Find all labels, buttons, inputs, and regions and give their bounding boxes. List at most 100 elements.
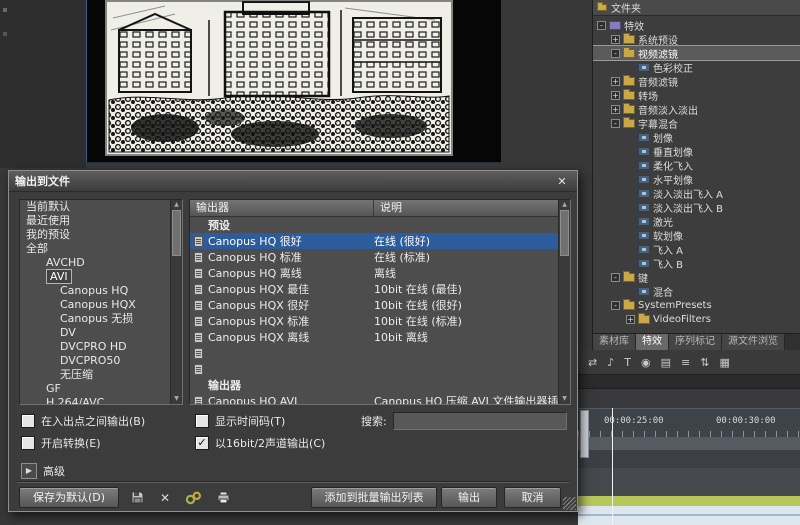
checkbox-show-timecode[interactable]: ✓ 显示时间码(T) bbox=[195, 413, 285, 429]
scroll-down-icon[interactable]: ▼ bbox=[171, 394, 182, 404]
format-tree-item[interactable]: DVCPRO HD bbox=[20, 340, 182, 354]
advanced-expander[interactable]: ▶ 高级 bbox=[21, 463, 65, 479]
exporter-row[interactable] bbox=[190, 361, 570, 377]
expand-toggle-icon[interactable] bbox=[611, 35, 620, 44]
effects-tree-item[interactable]: 色彩校正 bbox=[593, 60, 800, 74]
effects-tree-item[interactable]: 划像 bbox=[593, 130, 800, 144]
expand-toggle-icon[interactable] bbox=[611, 91, 620, 100]
format-tree-item[interactable]: GF bbox=[20, 382, 182, 396]
expand-toggle-icon[interactable] bbox=[626, 315, 635, 324]
preview-monitor[interactable] bbox=[86, 0, 501, 163]
exporter-row[interactable]: Canopus HQ 标准 在线 (标准) bbox=[190, 249, 570, 265]
checkbox-between-in-out[interactable]: ✓ 在入出点之间输出(B) bbox=[21, 413, 145, 429]
checkbox-box[interactable]: ✓ bbox=[21, 414, 35, 428]
format-tree-item[interactable]: Canopus HQ bbox=[20, 284, 182, 298]
palette-tab[interactable]: 素材库 bbox=[593, 334, 636, 350]
exporter-row[interactable]: Canopus HQ 很好 在线 (很好) bbox=[190, 233, 570, 249]
display-mode-icon[interactable]: ▤ bbox=[661, 356, 671, 369]
format-tree-item[interactable]: 最近使用 bbox=[20, 214, 182, 228]
format-tree-item[interactable]: DVCPRO50 bbox=[20, 354, 182, 368]
scrollbar-thumb[interactable] bbox=[560, 210, 569, 256]
export-button[interactable]: 输出 bbox=[441, 487, 497, 508]
checkbox-box[interactable]: ✓ bbox=[195, 414, 209, 428]
exporter-row[interactable]: Canopus HQ 离线 离线 bbox=[190, 265, 570, 281]
timeline-playhead[interactable] bbox=[612, 408, 613, 525]
effects-tree-item[interactable]: VideoFilters bbox=[593, 312, 800, 326]
expand-toggle-icon[interactable] bbox=[611, 49, 620, 58]
voiceover-icon[interactable]: ◉ bbox=[641, 356, 651, 369]
title-tool-icon[interactable]: T bbox=[624, 356, 631, 369]
scrollbar-thumb[interactable] bbox=[172, 210, 181, 256]
exporter-row[interactable] bbox=[190, 345, 570, 361]
palette-tab[interactable]: 源文件浏览 bbox=[722, 334, 785, 350]
expand-toggle-icon[interactable] bbox=[611, 119, 620, 128]
volume-icon[interactable]: ♪ bbox=[607, 356, 614, 369]
timeline-scrollbar-thumb[interactable] bbox=[580, 410, 589, 458]
scroll-up-icon[interactable]: ▲ bbox=[559, 200, 570, 210]
exporter-row[interactable]: Canopus HQX 离线 10bit 离线 bbox=[190, 329, 570, 345]
checkbox-box[interactable]: ✓ bbox=[21, 436, 35, 450]
delete-preset-icon-button[interactable]: ✕ bbox=[153, 487, 177, 508]
print-icon-button[interactable] bbox=[211, 487, 235, 508]
effects-tree-item[interactable]: 系统预设 bbox=[593, 32, 800, 46]
checkbox-box[interactable]: ✓ bbox=[195, 436, 209, 450]
expand-toggle-icon[interactable] bbox=[611, 105, 620, 114]
effects-tree-item[interactable]: 音频淡入淡出 bbox=[593, 102, 800, 116]
format-tree-item[interactable]: DV bbox=[20, 326, 182, 340]
palette-tab[interactable]: 序列标记 bbox=[669, 334, 722, 350]
effects-tree-item[interactable]: SystemPresets bbox=[593, 298, 800, 312]
effects-tree-item[interactable]: 激光 bbox=[593, 214, 800, 228]
save-preset-icon-button[interactable] bbox=[125, 487, 149, 508]
effects-tree-item[interactable]: 键 bbox=[593, 270, 800, 284]
effects-tree-item[interactable]: 混合 bbox=[593, 284, 800, 298]
format-tree-item[interactable]: 当前默认 bbox=[20, 200, 182, 214]
format-tree-item[interactable]: AVI bbox=[20, 270, 182, 284]
exporter-row[interactable]: Canopus HQX 很好 10bit 在线 (很好) bbox=[190, 297, 570, 313]
effects-tree-item[interactable]: 垂直划像 bbox=[593, 144, 800, 158]
table-scrollbar[interactable]: ▲ ▼ bbox=[558, 200, 570, 404]
effects-tree-item[interactable]: 视频滤镜 bbox=[593, 46, 800, 60]
exporter-row[interactable]: Canopus HQ AVI Canopus HQ 压缩 AVI 文件输出器插件 bbox=[190, 393, 570, 405]
effects-tree-item[interactable]: 字幕混合 bbox=[593, 116, 800, 130]
exporter-row[interactable]: 输出器 bbox=[190, 377, 570, 393]
expand-toggle-icon[interactable] bbox=[597, 21, 606, 30]
effects-tree-item[interactable]: 音频滤镜 bbox=[593, 74, 800, 88]
column-header-description[interactable]: 说明 bbox=[374, 200, 570, 216]
effects-tree-item[interactable]: 转场 bbox=[593, 88, 800, 102]
effects-tree-item[interactable]: 淡入淡出飞入 B bbox=[593, 200, 800, 214]
checkbox-enable-conversion[interactable]: ✓ 开启转换(E) bbox=[21, 435, 101, 451]
effects-tree-item[interactable]: 水平划像 bbox=[593, 172, 800, 186]
dialog-title-bar[interactable]: 输出到文件 ✕ bbox=[9, 171, 577, 192]
expand-toggle-icon[interactable] bbox=[611, 77, 620, 86]
track-list-icon[interactable]: ≡ bbox=[681, 356, 690, 369]
palette-tab[interactable]: 特效 bbox=[636, 334, 669, 350]
trim-mode-icon[interactable]: ⇄ bbox=[588, 356, 597, 369]
format-tree-item[interactable]: 全部 bbox=[20, 242, 182, 256]
close-icon[interactable]: ✕ bbox=[553, 174, 571, 189]
expand-toggle-icon[interactable] bbox=[611, 301, 620, 310]
format-tree-item[interactable]: Canopus 无损 bbox=[20, 312, 182, 326]
scroll-up-icon[interactable]: ▲ bbox=[171, 200, 182, 210]
format-tree-item[interactable]: Canopus HQX bbox=[20, 298, 182, 312]
track-height-icon[interactable]: ⇅ bbox=[700, 356, 709, 369]
list-scrollbar[interactable]: ▲ ▼ bbox=[170, 200, 182, 404]
add-to-batch-button[interactable]: 添加到批量输出列表 bbox=[311, 487, 437, 508]
format-tree-item[interactable]: 我的预设 bbox=[20, 228, 182, 242]
cancel-button[interactable]: 取消 bbox=[504, 487, 561, 508]
scroll-down-icon[interactable]: ▼ bbox=[559, 394, 570, 404]
effects-tree-item[interactable]: 飞入 B bbox=[593, 256, 800, 270]
column-header-exporter[interactable]: 输出器 bbox=[190, 200, 374, 216]
options-icon-button[interactable] bbox=[181, 487, 205, 508]
effects-tree-item[interactable]: 淡入淡出飞入 A bbox=[593, 186, 800, 200]
effects-tree-item[interactable]: 飞入 A bbox=[593, 242, 800, 256]
save-as-default-button[interactable]: 保存为默认(D) bbox=[19, 487, 119, 508]
format-tree-item[interactable]: H.264/AVC bbox=[20, 396, 182, 405]
resize-grip[interactable] bbox=[563, 497, 576, 510]
format-tree-item[interactable]: 无压缩 bbox=[20, 368, 182, 382]
settings-icon[interactable]: ▦ bbox=[719, 356, 729, 369]
checkbox-16bit-2ch[interactable]: ✓ 以16bit/2声道输出(C) bbox=[195, 435, 325, 451]
exporter-row[interactable]: 预设 bbox=[190, 217, 570, 233]
effects-tree-item[interactable]: 特效 bbox=[593, 18, 800, 32]
exporter-row[interactable]: Canopus HQX 标准 10bit 在线 (标准) bbox=[190, 313, 570, 329]
effects-tree-item[interactable]: 柔化飞入 bbox=[593, 158, 800, 172]
